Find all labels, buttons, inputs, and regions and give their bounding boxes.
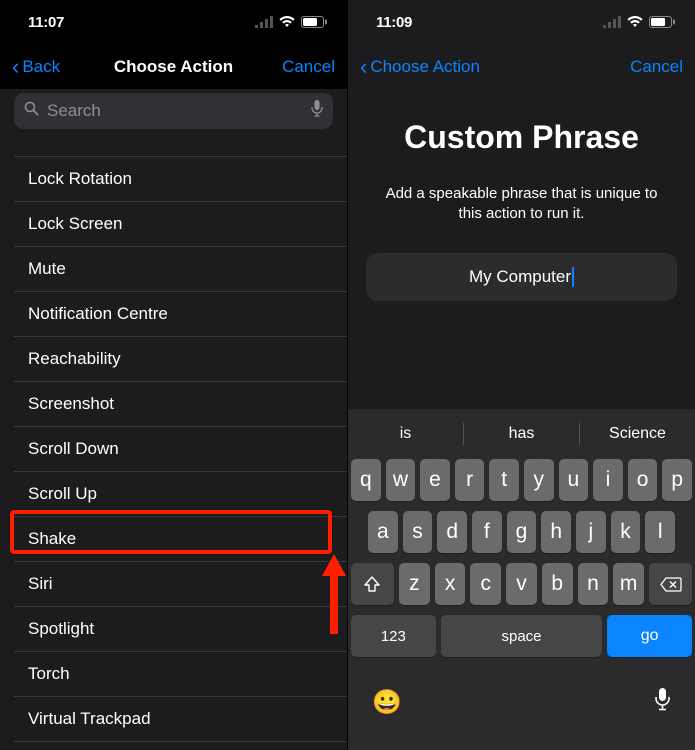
search-input[interactable]: Search (14, 93, 333, 129)
page-title: Choose Action (114, 57, 233, 77)
shift-icon (363, 576, 381, 592)
action-reachability[interactable]: Reachability (14, 337, 347, 382)
phrase-input[interactable]: My Computer (366, 253, 677, 301)
cancel-label: Cancel (630, 57, 683, 77)
key-g[interactable]: g (507, 511, 537, 553)
back-label: Back (22, 57, 60, 77)
key-i[interactable]: i (593, 459, 623, 501)
key-p[interactable]: p (662, 459, 692, 501)
key-a[interactable]: a (368, 511, 398, 553)
action-torch[interactable]: Torch (14, 652, 347, 697)
chevron-left-icon: ‹ (12, 56, 19, 78)
cancel-label: Cancel (282, 57, 335, 77)
action-mute[interactable]: Mute (14, 247, 347, 292)
page-subtitle: Add a speakable phrase that is unique to… (366, 184, 677, 225)
key-b[interactable]: b (542, 563, 573, 605)
key-w[interactable]: w (386, 459, 416, 501)
key-123[interactable]: 123 (351, 615, 436, 657)
back-button[interactable]: ‹ Back (12, 56, 60, 78)
key-c[interactable]: c (470, 563, 501, 605)
wifi-icon (278, 16, 296, 28)
key-h[interactable]: h (541, 511, 571, 553)
key-f[interactable]: f (472, 511, 502, 553)
suggestion-2[interactable]: has (464, 417, 579, 451)
action-screenshot[interactable]: Screenshot (14, 382, 347, 427)
key-j[interactable]: j (576, 511, 606, 553)
cancel-button[interactable]: Cancel (630, 57, 683, 77)
action-lock-rotation[interactable]: Lock Rotation (14, 157, 347, 202)
action-siri[interactable]: Siri (14, 562, 347, 607)
key-v[interactable]: v (506, 563, 537, 605)
key-backspace[interactable] (649, 563, 692, 605)
key-shift[interactable] (351, 563, 394, 605)
content-area: Custom Phrase Add a speakable phrase tha… (348, 89, 695, 301)
text-caret (572, 267, 574, 287)
keyboard: is has Science q w e r t y u i o p a s (348, 409, 695, 750)
status-bar: 11:07 (0, 0, 347, 44)
backspace-icon (660, 577, 682, 592)
key-n[interactable]: n (578, 563, 609, 605)
key-y[interactable]: y (524, 459, 554, 501)
status-time: 11:09 (376, 14, 412, 31)
action-scroll-down[interactable]: Scroll Down (14, 427, 347, 472)
cellular-icon (255, 16, 273, 28)
key-k[interactable]: k (611, 511, 641, 553)
action-list[interactable]: Lock Rotation Lock Screen Mute Notificat… (0, 137, 347, 750)
cancel-button[interactable]: Cancel (282, 57, 335, 77)
key-z[interactable]: z (399, 563, 430, 605)
action-scroll-up[interactable]: Scroll Up (14, 472, 347, 517)
battery-icon (301, 16, 327, 28)
back-button[interactable]: ‹ Choose Action (360, 56, 480, 78)
key-space[interactable]: space (441, 615, 603, 657)
action-volume-down[interactable]: Volume Down (14, 742, 347, 750)
key-m[interactable]: m (613, 563, 644, 605)
key-s[interactable]: s (403, 511, 433, 553)
status-bar: 11:09 (348, 0, 695, 44)
page-title: Custom Phrase (366, 119, 677, 156)
action-shake[interactable]: Shake (14, 517, 347, 562)
status-icons (603, 16, 675, 28)
key-row-2: a s d f g h j k l (351, 511, 692, 553)
key-t[interactable]: t (489, 459, 519, 501)
suggestion-3[interactable]: Science (580, 417, 695, 451)
dictation-icon[interactable] (311, 100, 323, 122)
search-placeholder: Search (47, 101, 303, 121)
search-icon (24, 101, 39, 121)
action-virtual-trackpad[interactable]: Virtual Trackpad (14, 697, 347, 742)
action-notification-centre[interactable]: Notification Centre (14, 292, 347, 337)
nav-bar: ‹ Choose Action Cancel (348, 44, 695, 89)
nav-bar: ‹ Back Choose Action Cancel (0, 44, 347, 89)
battery-icon (649, 16, 675, 28)
key-l[interactable]: l (645, 511, 675, 553)
action-spotlight[interactable]: Spotlight (14, 607, 347, 652)
key-row-1: q w e r t y u i o p (351, 459, 692, 501)
key-go[interactable]: go (607, 615, 692, 657)
key-r[interactable]: r (455, 459, 485, 501)
cellular-icon (603, 16, 621, 28)
key-e[interactable]: e (420, 459, 450, 501)
back-label: Choose Action (370, 57, 480, 77)
key-o[interactable]: o (628, 459, 658, 501)
emoji-button[interactable]: 😀 (372, 688, 402, 717)
action-lock-screen[interactable]: Lock Screen (14, 202, 347, 247)
screenshot-left: 11:07 ‹ Back Choose Action Cancel Search (0, 0, 347, 750)
key-row-3: z x c v b n m (351, 563, 692, 605)
status-icons (255, 16, 327, 28)
key-row-4: 123 space go (351, 615, 692, 657)
key-x[interactable]: x (435, 563, 466, 605)
screenshot-right: 11:09 ‹ Choose Action Cancel Custom Phra… (347, 0, 695, 750)
suggestion-bar: is has Science (348, 413, 695, 455)
suggestion-1[interactable]: is (348, 417, 463, 451)
phrase-input-value: My Computer (469, 267, 571, 287)
chevron-left-icon: ‹ (360, 56, 367, 78)
list-item-partial-top (14, 139, 347, 157)
keyboard-bottom-row: 😀 (348, 673, 695, 750)
key-q[interactable]: q (351, 459, 381, 501)
dictation-button[interactable] (654, 687, 671, 718)
key-u[interactable]: u (559, 459, 589, 501)
wifi-icon (626, 16, 644, 28)
status-time: 11:07 (28, 14, 64, 31)
key-d[interactable]: d (437, 511, 467, 553)
